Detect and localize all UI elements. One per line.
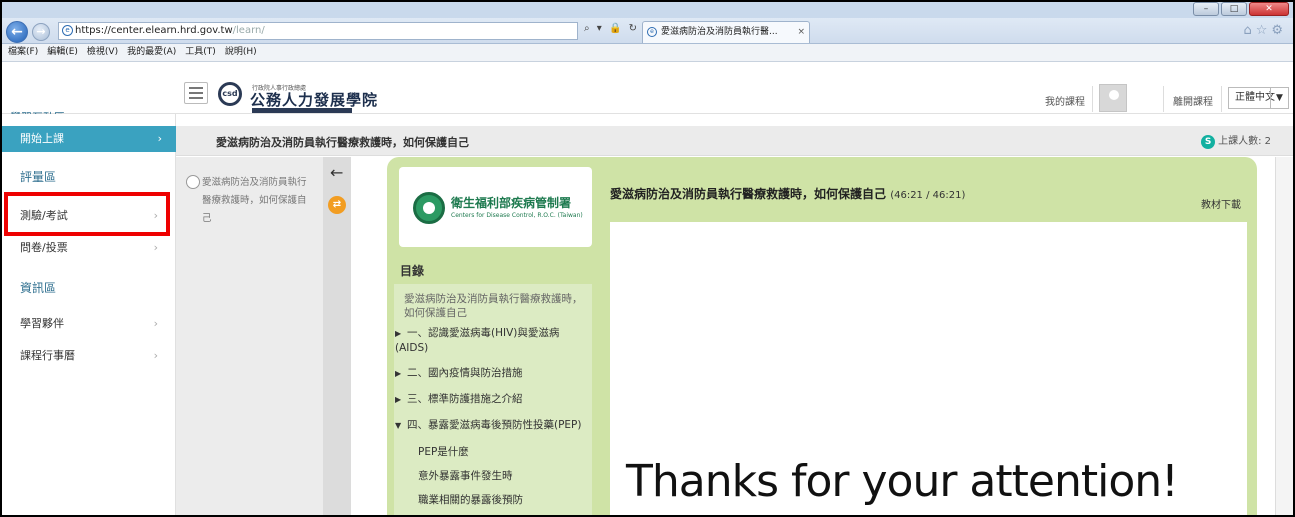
slide-text: Thanks for your attention! [626,456,1179,507]
triangle-down-icon: ▼ [395,421,402,430]
avatar[interactable] [1099,84,1127,112]
share-icon[interactable]: ⇄ [328,196,346,214]
chevron-right-icon: › [153,317,158,330]
course-title: 愛滋病防治及消防員執行醫療救護時，如何保護自己 [216,136,469,149]
menu-item[interactable]: 工具(T) [185,44,216,61]
csd-logo-icon[interactable]: csd [218,82,242,106]
course-bar: 愛滋病防治及消防員執行醫療救護時，如何保護自己 S 上課人數: 2 [176,126,1293,156]
video-time: (46:21 / 46:21) [890,190,966,201]
toc-item-2[interactable]: ▶ 二、國內疫情與防治措施 [395,366,523,381]
my-courses-link[interactable]: 我的課程 [1045,93,1085,108]
sidebar-item-survey[interactable]: 問卷/投票 › [2,236,176,260]
tab-site-icon: e [647,27,657,37]
address-bar: ← → e https://center.elearn.hrd.gov.tw/l… [2,18,1293,44]
sidebar-item-start-class[interactable]: 開始上課 › [2,126,176,152]
sidebar: 開始上課 › 評量區 測驗/考試 › 問卷/投票 › 資訊區 學習夥伴 › 課程行事曆… [2,114,176,515]
toc-item-intro[interactable]: 愛滋病防治及消防員執行醫療救護時，如何保護自己 [404,292,584,320]
toc-subitem[interactable]: 意外暴露事件發生時 [418,468,513,483]
chevron-right-icon: › [153,241,158,254]
scrollbar[interactable] [1275,157,1293,515]
menu-item[interactable]: 編輯(E) [47,44,78,61]
menu-item[interactable]: 檢視(V) [87,44,118,61]
divider [1092,86,1093,112]
minimize-button[interactable]: – [1193,2,1219,16]
sidebar-item-calendar[interactable]: 課程行事曆 › [2,344,176,368]
logo-english-strip [252,108,352,113]
info-section-title: 資訊區 [20,281,57,295]
toc-subitem[interactable]: 職業相關的暴露後預防 [418,492,523,507]
toc-item-1[interactable]: ▶ 一、認識愛滋病毒(HIV)與愛滋病(AIDS) [395,326,590,355]
course-tree-pane: 愛滋病防治及消防員執行醫療救護時，如何保護自己 [176,157,323,515]
browser-tab[interactable]: e 愛滋病防治及消防員執行醫... × [642,21,810,43]
menu-item[interactable]: 檔案(F) [8,44,38,61]
arrow-left-icon[interactable]: ← [330,163,343,182]
leave-course-link[interactable]: 離開課程 [1173,93,1213,108]
site-icon: e [62,25,73,36]
forward-button[interactable]: → [32,23,50,41]
skype-icon: S [1201,135,1216,149]
menu-item[interactable]: 說明(H) [225,44,257,61]
menu-bar: 檔案(F) 編輯(E) 檢視(V) 我的最愛(A) 工具(T) 說明(H) [2,44,1293,62]
search-lock-refresh-icons[interactable]: ⌕ ▾ 🔒 ↻ [584,23,639,34]
video-title: 愛滋病防治及消防員執行醫療救護時，如何保護自己 (46:21 / 46:21) [610,187,966,201]
triangle-right-icon: ▶ [395,369,402,378]
chevron-down-icon[interactable]: ▼ [1270,88,1288,108]
course-node-label[interactable]: 愛滋病防治及消防員執行醫療救護時，如何保護自己 [202,174,314,228]
chevron-right-icon: › [153,349,158,362]
org-english-name: Centers for Disease Control, R.O.C. (Tai… [451,212,583,219]
maximize-button[interactable]: □ [1221,2,1247,16]
eval-section-title: 評量區 [20,170,57,184]
close-tab-icon[interactable]: × [797,22,805,42]
back-button[interactable]: ← [6,21,28,43]
divider [1221,86,1222,112]
org-name: 衛生福利部疾病管制署 [451,196,572,210]
sidebar-item-partners[interactable]: 學習夥伴 › [2,312,176,336]
download-link[interactable]: 教材下載 [1201,196,1241,211]
toc-item-3[interactable]: ▶ 三、標準防護措施之介紹 [395,392,523,407]
url-field[interactable]: e https://center.elearn.hrd.gov.tw/learn… [58,22,578,40]
online-count: S 上課人數: 2 [1201,132,1271,149]
title-bar: – □ ✕ [2,2,1293,18]
logo-text[interactable]: 公務人力發展學院 [250,89,378,110]
divider [1163,86,1164,112]
node-radio[interactable] [186,175,200,189]
highlight-box [4,192,170,236]
menu-item[interactable]: 我的最愛(A) [127,44,176,61]
triangle-right-icon: ▶ [395,395,402,404]
browser-window: – □ ✕ ← → e https://center.elearn.hrd.go… [0,0,1295,517]
language-select[interactable]: 正體中文 ▼ [1228,87,1289,109]
hamburger-menu-icon[interactable] [184,82,208,104]
app-header: 學習互動區 csd 行政院人事行政總處 公務人力發展學院 我的課程 離開課程 正… [2,62,1293,124]
toc-item-4[interactable]: ▼ 四、暴露愛滋病毒後預防性投藥(PEP) [395,418,591,433]
toc-heading: 目錄 [400,264,425,278]
home-star-gear-icons[interactable]: ⌂☆⚙ [1243,23,1287,38]
triangle-right-icon: ▶ [395,329,402,338]
cdc-logo-icon [413,192,445,224]
chevron-right-icon: › [157,132,162,145]
toc-subitem[interactable]: PEP是什麼 [418,444,469,459]
close-window-button[interactable]: ✕ [1249,2,1289,16]
